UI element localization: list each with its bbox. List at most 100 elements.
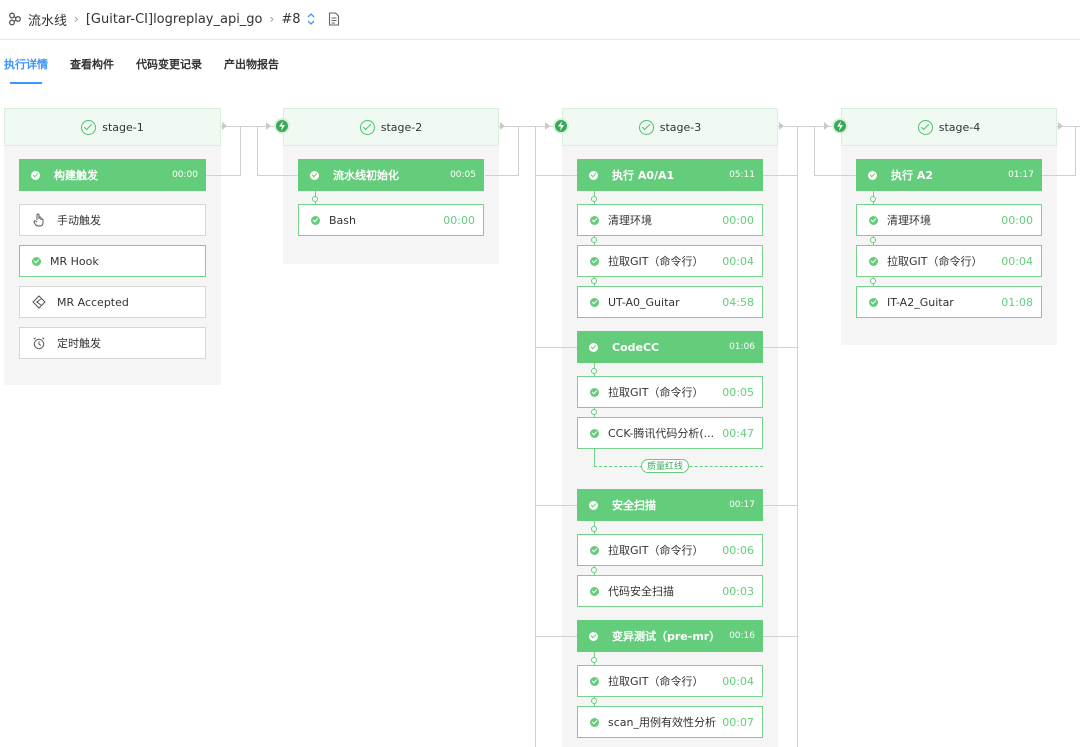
trigger-manual[interactable]: 手动触发 [19,204,206,236]
step-clean-env[interactable]: 清理环境 00:00 [856,204,1042,236]
job-build-trigger[interactable]: 构建触发 00:00 [19,159,206,191]
stage-name: stage-3 [659,120,702,134]
step-name: IT-A2_Guitar [887,295,954,309]
job-codecc[interactable]: CodeCC 01:06 [577,331,763,363]
job-exec-a0-a1[interactable]: 执行 A0/A1 05:11 [577,159,763,191]
step-code-security-scan[interactable]: 代码安全扫描 00:03 [577,575,763,607]
merge-icon [32,295,46,309]
step-duration: 00:47 [722,426,754,440]
stage-name: stage-4 [938,120,981,134]
connector-dot [591,657,597,663]
chevron-right-icon: › [74,12,79,26]
check-icon [590,717,599,727]
stage-2-header[interactable]: stage-2 [283,108,499,146]
job-name: 安全扫描 [612,499,656,512]
trigger-mr-accepted[interactable]: MR Accepted [19,286,206,318]
step-name: 手动触发 [57,214,101,227]
step-cck-analysis[interactable]: CCK-腾讯代码分析(... 00:47 [577,417,763,449]
step-name: UT-A0_Guitar [608,295,680,309]
breadcrumb-pipeline[interactable]: [Guitar-CI]logreplay_api_go [86,12,263,27]
connector-dot [312,196,318,202]
tab-bar: 执行详情 查看构件 代码变更记录 产出物报告 [4,56,301,86]
branch-line [535,636,577,637]
step-duration: 00:03 [722,584,754,598]
tab-artifacts[interactable]: 查看构件 [70,56,114,84]
lightning-icon [832,118,848,134]
job-security-scan[interactable]: 安全扫描 00:17 [577,489,763,521]
check-icon [589,342,598,352]
breadcrumb: 流水线 › [Guitar-CI]logreplay_api_go › #8 [8,9,340,29]
check-circle-icon [81,119,97,135]
step-duration: 00:04 [722,674,754,688]
arrow-icon [1058,122,1063,130]
step-bash[interactable]: Bash 00:00 [298,204,484,236]
connector-dot [591,698,597,704]
step-git-pull[interactable]: 拉取GIT（命令行） 00:04 [577,245,763,277]
step-name: 拉取GIT（命令行） [608,255,704,268]
step-clean-env[interactable]: 清理环境 00:00 [577,204,763,236]
stage-name: stage-2 [380,120,423,134]
step-ut-a0-guitar[interactable]: UT-A0_Guitar 04:58 [577,286,763,318]
step-case-validity-scan[interactable]: scan_用例有效性分析 00:07 [577,706,763,738]
step-name: MR Accepted [57,295,129,309]
tab-output-report[interactable]: 产出物报告 [224,56,279,84]
stage-4-header[interactable]: stage-4 [841,108,1057,146]
step-git-pull[interactable]: 拉取GIT（命令行） 00:04 [856,245,1042,277]
step-name: 拉取GIT（命令行） [608,386,704,399]
step-duration: 00:06 [722,543,754,557]
branch-line [763,347,798,348]
step-duration: 00:04 [722,254,754,268]
step-name: 拉取GIT（命令行） [608,675,704,688]
arrow-icon [779,122,784,130]
stage-3-header[interactable]: stage-3 [562,108,778,146]
quality-gate-badge[interactable]: 质量红线 [641,459,690,473]
check-icon [590,676,599,686]
trigger-scheduled[interactable]: 定时触发 [19,327,206,359]
job-mutation-test[interactable]: 变异测试（pre-mr） 00:16 [577,620,763,652]
build-switch-icon[interactable] [306,11,316,27]
job-exec-a2[interactable]: 执行 A2 01:17 [856,159,1042,191]
stage-name: stage-1 [102,120,144,134]
job-name: CodeCC [612,340,660,354]
branch-line [535,126,536,747]
check-icon [590,387,599,397]
branch-line [1042,175,1076,176]
document-icon[interactable] [328,12,340,26]
check-icon [590,428,599,438]
job-name: 构建触发 [54,169,98,182]
check-icon [590,256,599,266]
job-name: 流水线初始化 [333,169,399,182]
breadcrumb-build: #8 [281,11,301,27]
check-circle-icon [638,119,654,135]
tab-execution-details[interactable]: 执行详情 [4,56,48,84]
trigger-mr-hook[interactable]: MR Hook [19,245,206,277]
step-git-pull[interactable]: 拉取GIT（命令行） 00:06 [577,534,763,566]
tab-code-changes[interactable]: 代码变更记录 [136,56,202,84]
connector-dot [591,278,597,284]
lightning-icon [274,118,290,134]
step-git-pull[interactable]: 拉取GIT（命令行） 00:05 [577,376,763,408]
job-pipeline-init[interactable]: 流水线初始化 00:05 [298,159,484,191]
arrow-icon [824,122,829,130]
step-name: 清理环境 [887,214,931,227]
step-git-pull[interactable]: 拉取GIT（命令行） 00:04 [577,665,763,697]
step-duration: 00:00 [1001,213,1033,227]
connector-dot [591,368,597,374]
connector-dot [591,409,597,415]
check-icon [311,215,320,225]
step-duration: 04:58 [722,295,754,309]
step-name: scan_用例有效性分析 [608,716,716,729]
job-duration: 00:00 [172,170,198,180]
check-circle-icon [359,119,375,135]
branch-line [814,126,815,176]
pipeline-icon [8,12,22,26]
branch-line [535,175,577,176]
check-icon [869,256,878,266]
branch-line [763,636,798,637]
branch-line [518,126,519,176]
step-duration: 00:07 [722,715,754,729]
breadcrumb-root[interactable]: 流水线 [28,10,67,29]
stage-1-header[interactable]: stage-1 [4,108,221,146]
step-name: CCK-腾讯代码分析(... [608,427,715,440]
step-it-a2-guitar[interactable]: IT-A2_Guitar 01:08 [856,286,1042,318]
